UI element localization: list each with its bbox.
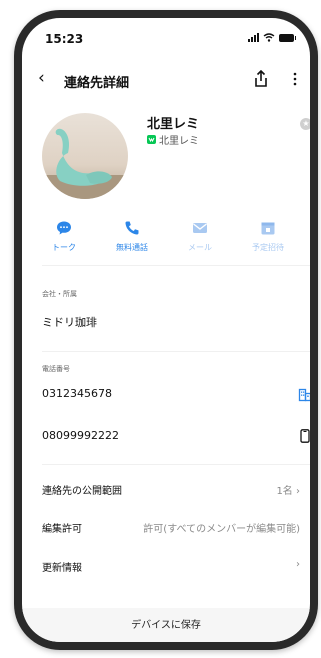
app-badge-icon xyxy=(147,135,156,144)
chevron-right-icon: › xyxy=(296,486,300,497)
building-icon[interactable] xyxy=(298,388,310,402)
wifi-icon xyxy=(263,33,275,42)
battery-icon xyxy=(279,33,296,42)
avatar[interactable] xyxy=(42,113,128,199)
setting-edit-permission-value: 許可(すべてのメンバーが編集可能) xyxy=(143,524,300,535)
action-talk-label: トーク xyxy=(52,243,76,252)
contact-subname: 北里レミ xyxy=(147,132,199,147)
chevron-right-icon: › xyxy=(296,559,300,570)
setting-row-visibility[interactable]: 連絡先の公開範囲 1名 › xyxy=(42,479,300,499)
action-schedule-invite: 予定招待 xyxy=(234,220,302,253)
action-talk[interactable]: トーク xyxy=(30,220,98,253)
company-value: ミドリ珈琲 xyxy=(42,316,97,329)
footer: デバイスに保存 xyxy=(22,608,310,642)
company-label: 会社・所属 xyxy=(42,290,77,298)
action-free-call-label: 無料通話 xyxy=(116,243,148,252)
setting-row-update-info[interactable]: 更新情報 › xyxy=(42,556,300,576)
mobile-phone-icon[interactable] xyxy=(298,429,310,443)
calendar-icon xyxy=(261,222,275,235)
action-bar: トーク 無料通話 メール 予定招待 xyxy=(30,220,302,253)
screen: 15:23 ‹ 連絡先詳細 北里レミ 北里レミ ★ トーク 無料通話 メール 予… xyxy=(22,18,310,642)
action-mail: メール xyxy=(166,220,234,253)
share-icon[interactable] xyxy=(253,70,269,88)
system-icons xyxy=(248,33,296,42)
divider xyxy=(42,464,310,465)
phone-number-mobile[interactable]: 08099992222 xyxy=(42,429,119,442)
setting-visibility-count: 1名 xyxy=(276,486,293,497)
divider xyxy=(42,265,310,266)
page-title: 連絡先詳細 xyxy=(64,76,130,91)
action-mail-label: メール xyxy=(188,243,212,252)
more-icon[interactable] xyxy=(292,72,298,86)
favorite-star-icon[interactable]: ★ xyxy=(300,118,310,130)
phone-number-office[interactable]: 0312345678 xyxy=(42,387,112,400)
chat-bubble-icon xyxy=(57,221,71,235)
save-to-device-button[interactable]: デバイスに保存 xyxy=(22,616,310,631)
status-bar: 15:23 xyxy=(22,18,310,48)
setting-row-edit-permission[interactable]: 編集許可 許可(すべてのメンバーが編集可能) xyxy=(42,517,300,537)
phone-icon xyxy=(125,221,139,235)
back-icon[interactable]: ‹ xyxy=(38,68,45,88)
contact-name: 北里レミ xyxy=(147,117,200,132)
contact-subname-label: 北里レミ xyxy=(159,136,199,147)
divider xyxy=(42,351,310,352)
setting-update-info-label: 更新情報 xyxy=(42,563,82,574)
signal-icon xyxy=(248,33,259,42)
setting-visibility-value: 1名 › xyxy=(276,482,300,497)
status-time: 15:23 xyxy=(45,32,84,46)
action-free-call[interactable]: 無料通話 xyxy=(98,220,166,253)
action-schedule-invite-label: 予定招待 xyxy=(252,243,284,252)
mail-icon xyxy=(193,223,207,233)
setting-visibility-label: 連絡先の公開範囲 xyxy=(42,486,122,497)
header: ‹ 連絡先詳細 xyxy=(22,68,310,94)
setting-edit-permission-label: 編集許可 xyxy=(42,524,82,535)
phone-label: 電話番号 xyxy=(42,365,70,373)
device-frame: 15:23 ‹ 連絡先詳細 北里レミ 北里レミ ★ トーク 無料通話 メール 予… xyxy=(14,10,318,650)
